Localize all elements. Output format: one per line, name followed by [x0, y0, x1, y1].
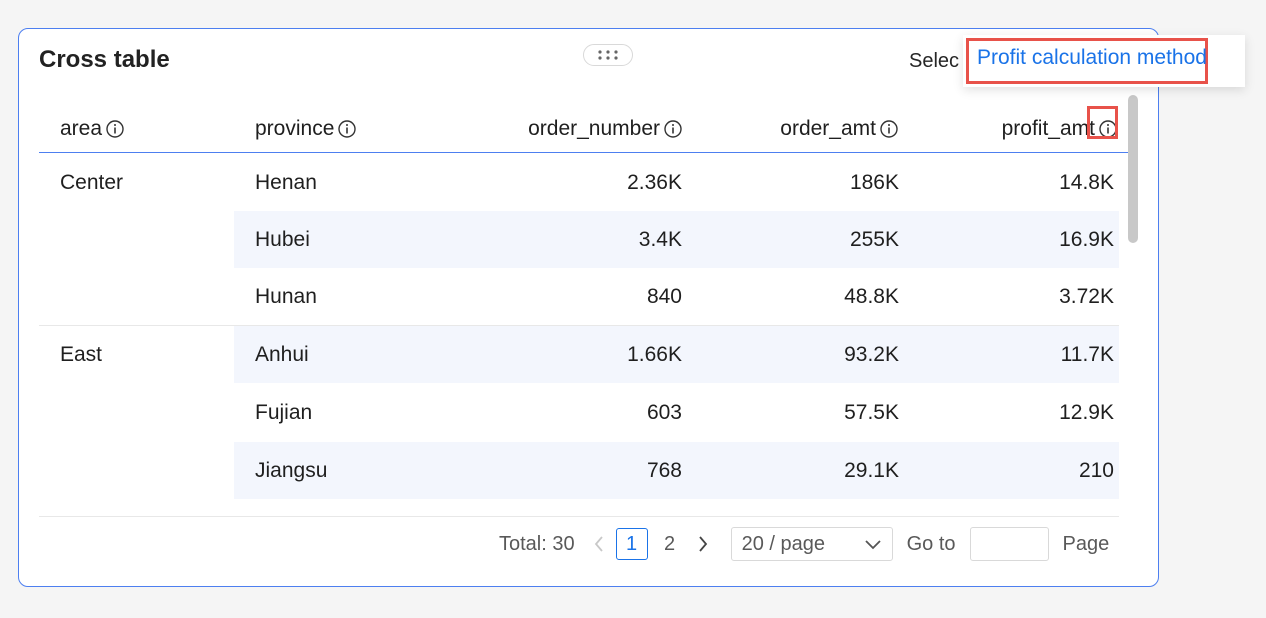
card-title: Cross table	[39, 46, 170, 73]
cross-table-card: Cross table Selec area province order_nu…	[18, 28, 1159, 587]
province-cell: Hubei	[255, 227, 310, 251]
chevron-left-icon	[594, 536, 603, 552]
chevron-right-icon	[698, 536, 707, 552]
info-icon[interactable]	[338, 120, 357, 138]
profit-amt-cell: 12.9K	[1059, 400, 1114, 424]
order-number-cell: 1.66K	[627, 342, 682, 366]
province-cell: Jiangsu	[255, 458, 328, 482]
order-amt-cell: 48.8K	[844, 284, 899, 308]
order-amt-cell: 57.5K	[844, 400, 899, 424]
pagination: Total: 30 1 2 20 / page Go to Page	[499, 526, 1109, 562]
province-cell: Anhui	[255, 342, 309, 366]
column-header-profit-amt[interactable]: profit_amt	[909, 105, 1117, 153]
drag-dots-icon	[598, 50, 618, 60]
profit-amt-cell: 14.8K	[1059, 170, 1114, 194]
page-number-1[interactable]: 1	[615, 528, 648, 560]
order-number-cell: 3.4K	[638, 227, 682, 251]
column-header-order-amt[interactable]: order_amt	[689, 105, 898, 153]
table-header: area province order_number order_amt pro…	[39, 105, 1138, 153]
order-amt-cell: 93.2K	[844, 342, 899, 366]
province-cell: Hunan	[255, 284, 317, 308]
profit-amt-cell: 210	[1078, 458, 1114, 482]
area-cell: Center	[60, 170, 124, 194]
chevron-down-icon	[864, 540, 881, 550]
province-cell: Henan	[255, 170, 317, 194]
tooltip-link[interactable]: Profit calculation method	[977, 46, 1207, 70]
select-label[interactable]: Selec	[909, 50, 959, 73]
info-icon[interactable]	[106, 120, 124, 138]
order-amt-cell: 255K	[849, 227, 899, 251]
province-cell: Fujian	[255, 400, 313, 424]
order-number-cell: 840	[646, 284, 682, 308]
table-scrollbar[interactable]	[1127, 95, 1139, 519]
profit-info-highlight	[1087, 106, 1118, 139]
profit-amt-cell: 3.72K	[1059, 284, 1114, 308]
drag-handle[interactable]	[583, 44, 633, 66]
column-header-province[interactable]: province	[255, 105, 357, 153]
page-label: Page	[1062, 532, 1110, 555]
column-header-order-number[interactable]: order_number	[459, 105, 682, 153]
order-number-cell: 2.36K	[627, 170, 682, 194]
profit-tooltip: Profit calculation method	[963, 35, 1245, 87]
profit-amt-cell: 11.7K	[1060, 342, 1114, 366]
page-size-select[interactable]: 20 / page	[730, 527, 893, 561]
profit-amt-cell: 16.9K	[1059, 227, 1114, 251]
column-header-area[interactable]: area	[60, 105, 124, 153]
order-amt-cell: 29.1K	[844, 458, 899, 482]
goto-label: Go to	[906, 532, 956, 555]
order-number-cell: 603	[646, 400, 682, 424]
page-number-2[interactable]: 2	[654, 528, 686, 560]
area-cell: East	[60, 342, 103, 366]
table-bottom-divider	[39, 516, 1119, 517]
scrollbar-thumb[interactable]	[1128, 95, 1138, 243]
next-page-button[interactable]	[689, 535, 717, 553]
goto-page-input[interactable]	[969, 527, 1049, 561]
order-amt-cell: 186K	[849, 170, 899, 194]
info-icon[interactable]	[880, 120, 898, 138]
prev-page-button[interactable]	[585, 535, 613, 553]
total-count: Total: 30	[499, 532, 575, 555]
order-number-cell: 768	[646, 458, 682, 482]
info-icon[interactable]	[664, 120, 682, 138]
